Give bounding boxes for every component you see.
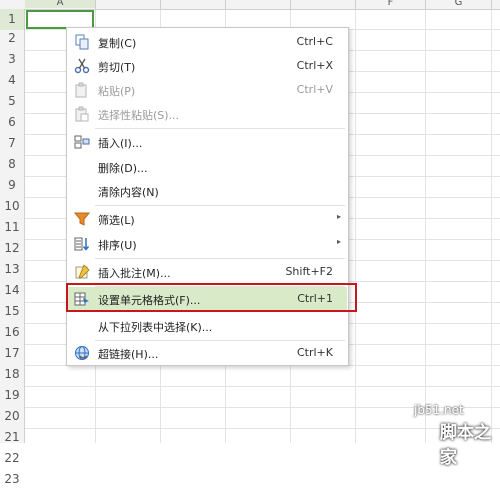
paste-special-icon <box>75 106 89 122</box>
menu-item-insert[interactable]: 插入(I)... <box>68 130 347 154</box>
menu-item-cut[interactable]: 剪切(T) Ctrl+X <box>68 54 347 78</box>
row-header-6[interactable]: 6 <box>0 112 24 133</box>
row-header-14[interactable]: 14 <box>0 280 24 301</box>
row-header-9[interactable]: 9 <box>0 175 24 196</box>
row-header-16[interactable]: 16 <box>0 322 24 343</box>
annotation-highlight-box <box>66 283 357 312</box>
menu-item-filter[interactable]: 筛选(L) ▸ <box>68 207 347 231</box>
copy-icon <box>75 34 89 50</box>
watermark-brand: 脚本之家 <box>440 423 491 468</box>
menu-separator <box>95 128 345 129</box>
row-header-21[interactable]: 21 <box>0 427 24 448</box>
row-header-15[interactable]: 15 <box>0 301 24 322</box>
watermark-site: jb51.net <box>414 403 464 417</box>
row-header-10[interactable]: 10 <box>0 196 24 217</box>
menu-item-delete[interactable]: 删除(D)... <box>68 155 347 179</box>
row-header-5[interactable]: 5 <box>0 91 24 112</box>
row-header-4[interactable]: 4 <box>0 70 24 91</box>
row-header-18[interactable]: 18 <box>0 364 24 385</box>
row-header-17[interactable]: 17 <box>0 343 24 364</box>
row-header-12[interactable]: 12 <box>0 238 24 259</box>
comment-icon <box>75 264 90 279</box>
row-header-23[interactable]: 23 <box>0 469 24 490</box>
menu-separator <box>95 258 345 259</box>
column-header-bar: A F G <box>0 0 500 10</box>
column-header-g[interactable]: G <box>426 0 491 8</box>
menu-item-clear-contents[interactable]: 清除内容(N) <box>68 179 347 203</box>
paste-icon <box>75 82 87 98</box>
column-header-f[interactable]: F <box>356 0 425 8</box>
menu-separator <box>95 205 345 206</box>
submenu-arrow-icon: ▸ <box>336 237 341 246</box>
row-header-3[interactable]: 3 <box>0 49 24 70</box>
submenu-arrow-icon: ▸ <box>336 212 341 221</box>
insert-cells-icon <box>74 135 90 149</box>
menu-item-hyperlink[interactable]: 超链接(H)... Ctrl+K <box>68 341 347 365</box>
filter-icon <box>74 212 90 226</box>
row-header-22[interactable]: 22 <box>0 448 24 469</box>
row-header-11[interactable]: 11 <box>0 217 24 238</box>
context-menu: 复制(C) Ctrl+C 剪切(T) Ctrl+X 粘贴(P) Ctrl+V 选… <box>66 27 349 366</box>
row-header-13[interactable]: 13 <box>0 259 24 280</box>
menu-item-paste-special[interactable]: 选择性粘贴(S)... <box>68 102 347 126</box>
row-header-19[interactable]: 19 <box>0 385 24 406</box>
menu-item-insert-comment[interactable]: 插入批注(M)... Shift+F2 <box>68 260 347 284</box>
row-header-2[interactable]: 2 <box>0 28 24 49</box>
scissors-icon <box>74 58 90 74</box>
row-header-1[interactable]: 1 <box>0 9 24 30</box>
menu-item-sort[interactable]: 排序(U) ▸ <box>68 232 347 256</box>
menu-item-copy[interactable]: 复制(C) Ctrl+C <box>68 30 347 54</box>
row-header-7[interactable]: 7 <box>0 133 24 154</box>
menu-item-paste[interactable]: 粘贴(P) Ctrl+V <box>68 78 347 102</box>
menu-item-pick-from-list[interactable]: 从下拉列表中选择(K)... <box>68 314 347 338</box>
sort-icon <box>74 237 90 251</box>
row-header-8[interactable]: 8 <box>0 154 24 175</box>
column-header-a[interactable]: A <box>25 0 95 8</box>
hyperlink-icon <box>75 346 89 360</box>
row-header-20[interactable]: 20 <box>0 406 24 427</box>
